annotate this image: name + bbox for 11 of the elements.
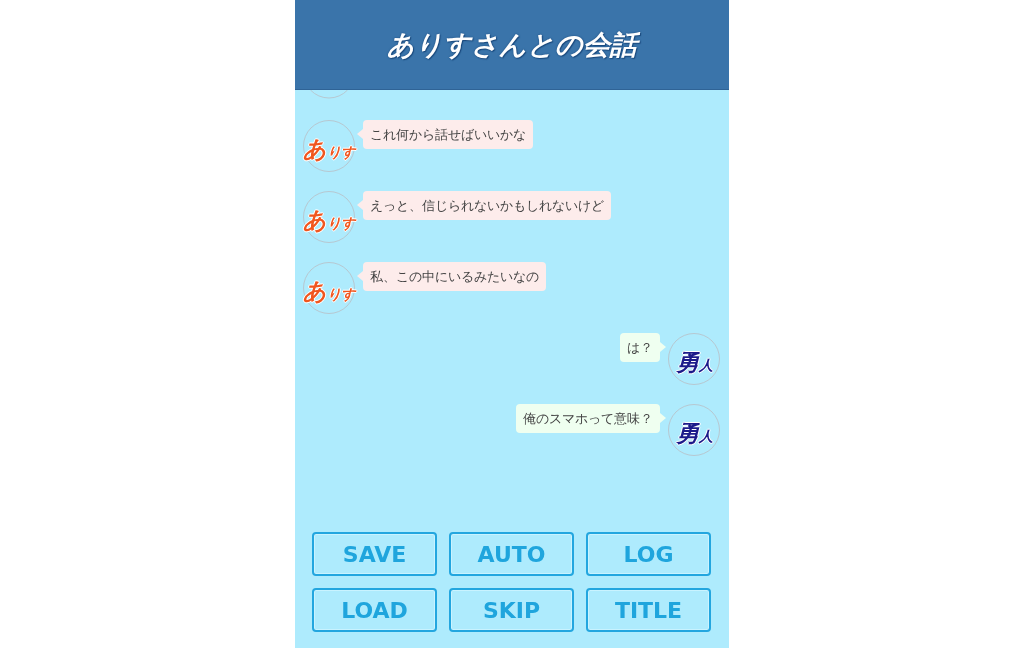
menu-button[interactable]: SKIP — [449, 588, 574, 632]
avatar-name: あ りす — [303, 137, 355, 161]
avatar-name: 勇人 — [675, 350, 713, 374]
avatar-name: 勇人 — [675, 421, 713, 445]
avatar-name: あ りす — [303, 279, 355, 303]
avatar-name: あ りす — [303, 208, 355, 232]
menu-button[interactable]: LOAD — [312, 588, 437, 632]
menu-button[interactable]: LOG — [586, 532, 711, 576]
menu-button[interactable]: AUTO — [449, 532, 574, 576]
menu-button[interactable]: SAVE — [312, 532, 437, 576]
menu-button[interactable]: TITLE — [586, 588, 711, 632]
